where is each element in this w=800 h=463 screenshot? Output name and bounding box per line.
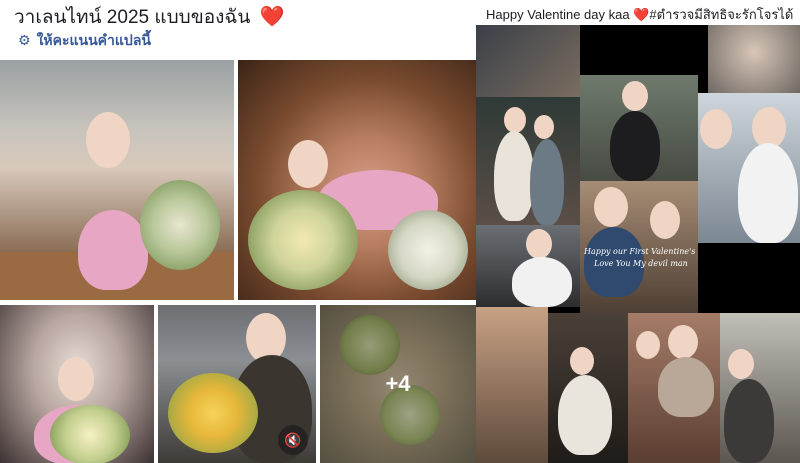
photo-person [738,143,798,243]
post-title: วาเลนไทน์ 2025 แบบของฉัน ❤️ [14,5,285,30]
collage-caption-text: Happy Valentine day kaa [486,7,630,22]
mute-button[interactable]: 🔇 [278,425,308,455]
collage-tile[interactable] [476,225,580,307]
collage-overlay-line1: Happy our First Valentine's Day [584,247,698,256]
post-photo-2[interactable] [238,60,476,300]
photo-bouquet [168,373,258,453]
photo-face [570,347,594,375]
photo-person [610,111,660,181]
photo-face [728,349,754,379]
collage-tile[interactable] [720,313,800,463]
photo-bouquet [388,210,468,290]
collage-tile[interactable] [580,75,698,181]
post-photo-3[interactable] [0,305,154,463]
heart-icon: ❤️ [633,7,650,22]
post-photo-1[interactable] [0,60,234,300]
collage-tile[interactable] [476,25,580,97]
post-left: วาเลนไทน์ 2025 แบบของฉัน ❤️ ⚙ ให้คะแนนคำ… [0,0,476,463]
photo-face [594,187,628,227]
collage-tile[interactable] [708,25,800,93]
collage-hashtag[interactable]: #ตำรวจมีสิทธิจะรักโจรได้ [649,7,793,22]
collage-caption: Happy Valentine day kaa ❤️#ตำรวจมีสิทธิจ… [486,4,793,25]
collage-caption-bar: Happy Valentine day kaa ❤️#ตำรวจมีสิทธิจ… [476,0,800,25]
photo-face [534,115,554,139]
photo-face [504,107,526,133]
photo-person [530,139,564,225]
collage-tile[interactable] [476,97,580,225]
collage-tile[interactable]: Happy our First Valentine's Day Love You… [580,181,698,313]
photo-bouquet [248,190,358,290]
post-photo-5[interactable]: +4 [320,305,476,463]
photo-person [724,379,774,463]
more-photos-count: +4 [385,371,411,396]
collage-tile[interactable] [628,313,720,463]
post-video-4[interactable]: 🔇 [158,305,316,463]
collage-tile[interactable] [548,313,628,463]
photo-bouquet [50,405,130,463]
photo-face [700,109,732,149]
photo-person [494,131,534,221]
photo-person [512,257,572,307]
gear-icon: ⚙ [18,32,31,48]
more-photos-overlay[interactable]: +4 [320,305,476,463]
speaker-muted-icon: 🔇 [284,431,302,448]
photo-face [668,325,698,359]
photo-face [526,229,552,259]
photo-face [86,112,130,168]
photo-face [288,140,328,188]
rate-translation-label: ให้คะแนนคำแปลนี้ [36,32,151,48]
post-right: Happy Valentine day kaa ❤️#ตำรวจมีสิทธิจ… [476,0,800,463]
photo-face [58,357,94,401]
photo-person [558,375,612,455]
heart-icon: ❤️ [259,6,285,28]
collage-overlay-line2: Love You My devil man [594,259,688,268]
photo-face [622,81,648,111]
collage-tile[interactable] [698,93,800,243]
photo-face [636,331,660,359]
collage-tile[interactable] [476,307,548,463]
rate-translation-link[interactable]: ⚙ ให้คะแนนคำแปลนี้ [18,31,151,49]
photo-face [650,201,680,239]
photo-bouquet [140,180,220,270]
photo-person [658,357,714,417]
photo-person [78,210,148,290]
post-title-text: วาเลนไทน์ 2025 แบบของฉัน [14,7,251,28]
